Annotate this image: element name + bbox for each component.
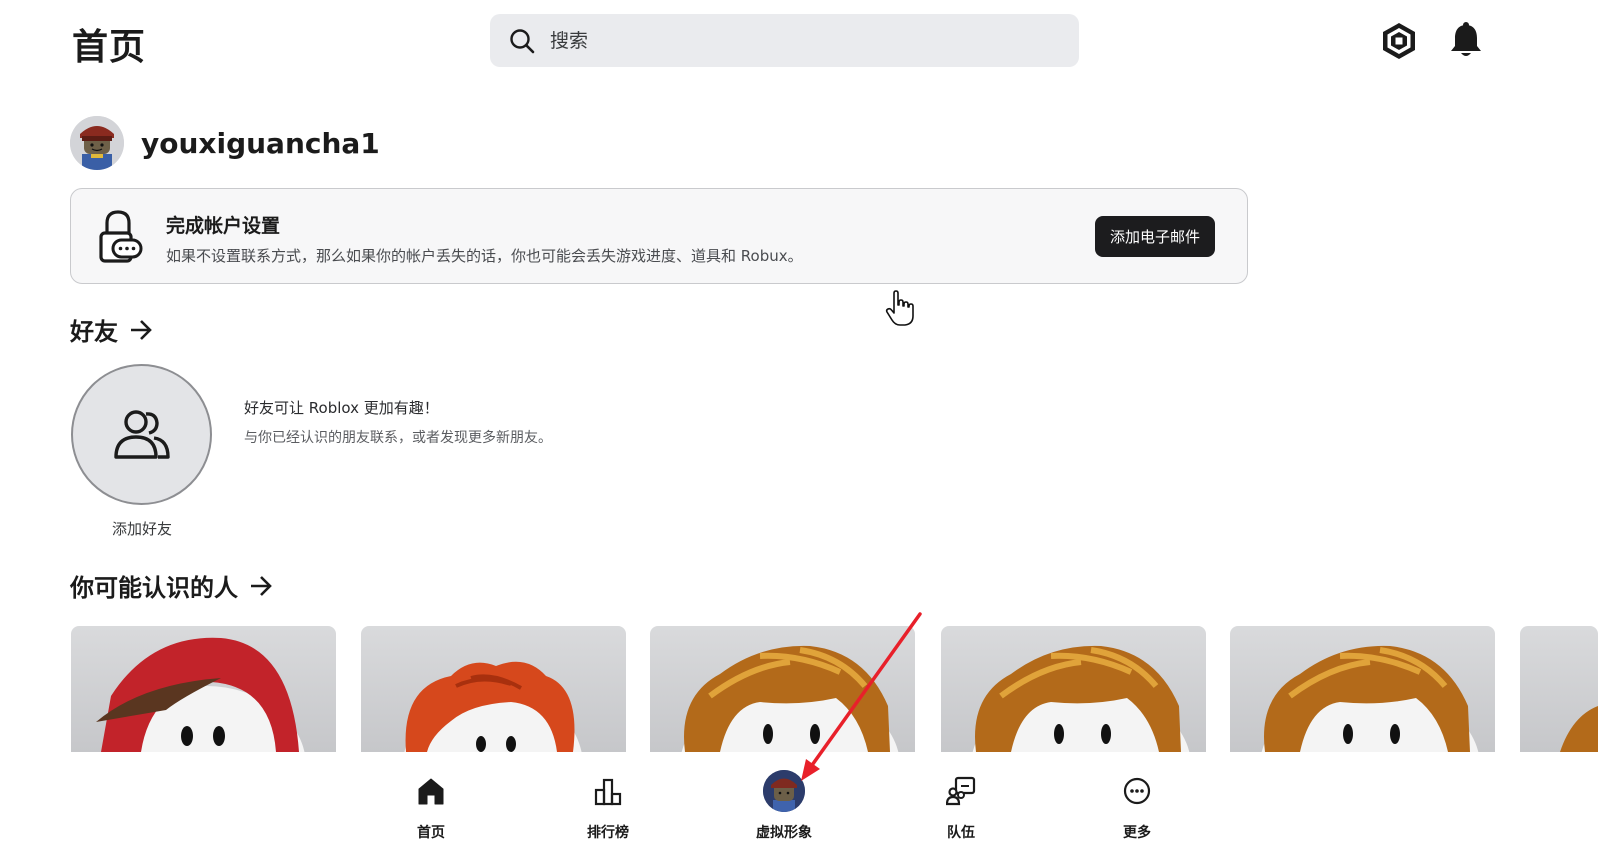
friends-heading-label: 好友	[70, 318, 118, 346]
people-you-may-know-heading[interactable]: 你可能认识的人	[70, 568, 274, 603]
arrow-right-icon	[251, 575, 272, 596]
account-card-title: 完成帐户设置	[166, 215, 281, 237]
nav-more-label: 更多	[1123, 825, 1151, 841]
profile-header[interactable]: youxiguancha1	[70, 116, 380, 170]
bottom-nav: 首页 排行榜 虚拟形象 队伍 更多	[0, 752, 1598, 862]
nav-home[interactable]: 首页	[376, 770, 486, 842]
account-card-description: 如果不设置联系方式，那么如果你的帐户丢失的话，你也可能会丢失游戏进度、道具和 R…	[166, 247, 803, 265]
add-friend-label: 添加好友	[111, 520, 172, 538]
friends-icon	[113, 409, 170, 459]
suggestion-card-1[interactable]	[71, 626, 336, 752]
lock-icon	[99, 210, 143, 263]
suggestion-card-5[interactable]	[1230, 626, 1495, 752]
avatar[interactable]	[70, 116, 124, 170]
search-bar[interactable]	[490, 14, 1079, 67]
nav-party-label: 队伍	[947, 825, 975, 841]
nav-charts-label: 排行榜	[587, 825, 629, 841]
account-setup-card: 完成帐户设置 如果不设置联系方式，那么如果你的帐户丢失的话，你也可能会丢失游戏进…	[70, 188, 1248, 284]
bell-icon[interactable]	[1449, 20, 1483, 60]
robux-icon[interactable]	[1380, 21, 1418, 61]
suggestion-card-4[interactable]	[941, 626, 1206, 752]
suggestion-card-3[interactable]	[650, 626, 915, 752]
friends-promo-description: 与你已经认识的朋友联系，或者发现更多新朋友。	[244, 430, 552, 446]
friends-promo-title: 好友可让 Roblox 更加有趣！	[244, 399, 439, 417]
nav-party[interactable]: 队伍	[906, 770, 1016, 842]
people-you-may-know-label: 你可能认识的人	[70, 574, 238, 602]
hand-cursor-icon	[885, 290, 914, 326]
avatar	[763, 770, 805, 812]
friends-heading[interactable]: 好友	[70, 312, 154, 347]
nav-avatar-label: 虚拟形象	[756, 825, 812, 841]
more-icon	[1123, 777, 1151, 805]
suggestion-card-partial[interactable]	[1520, 626, 1598, 752]
page-title: 首页	[72, 27, 147, 68]
search-input[interactable]	[550, 29, 1030, 52]
nav-more[interactable]: 更多	[1082, 770, 1192, 842]
home-icon	[418, 778, 444, 805]
username[interactable]: youxiguancha1	[141, 127, 380, 160]
nav-charts[interactable]: 排行榜	[553, 770, 663, 842]
nav-avatar[interactable]: 虚拟形象	[729, 770, 839, 842]
party-icon	[946, 776, 976, 806]
add-email-button[interactable]: 添加电子邮件	[1095, 216, 1215, 257]
suggestion-card-2[interactable]	[361, 626, 626, 752]
nav-home-label: 首页	[417, 825, 445, 841]
arrow-right-icon	[131, 319, 152, 340]
search-icon	[510, 28, 535, 53]
add-friend-button[interactable]	[71, 364, 212, 505]
chart-icon	[594, 778, 622, 806]
